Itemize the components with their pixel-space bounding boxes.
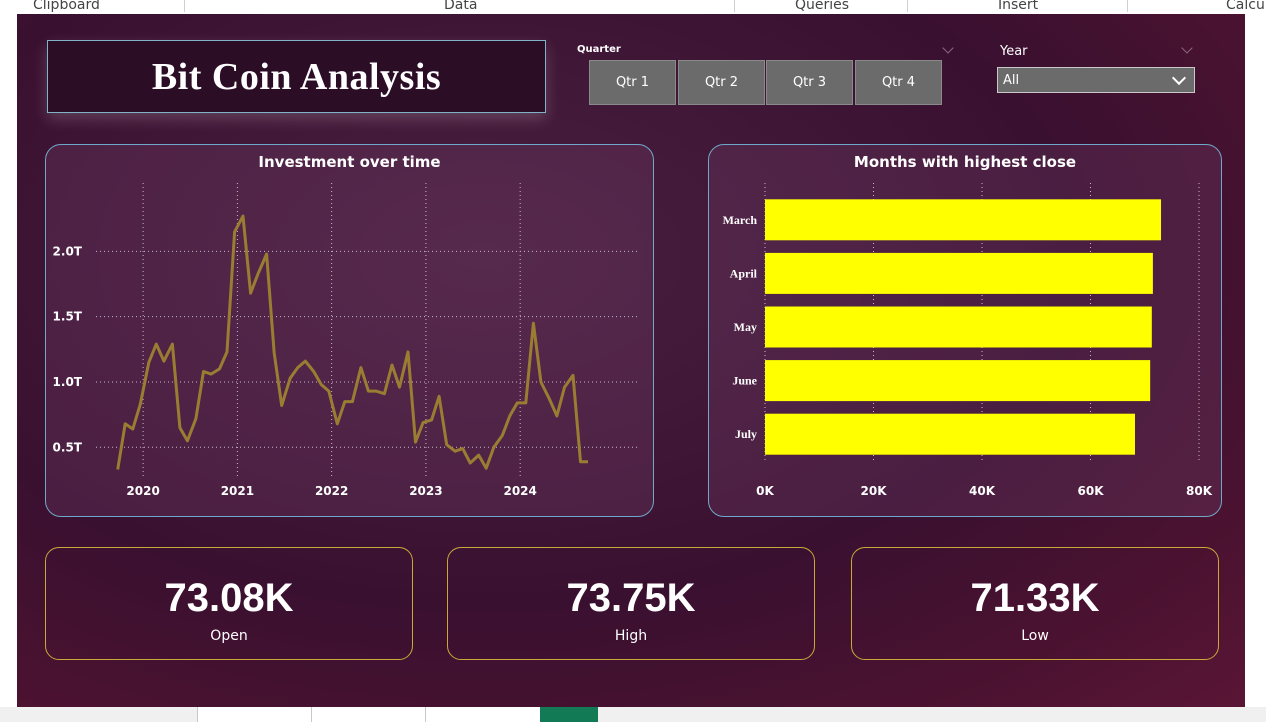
bar-july: [765, 413, 1135, 455]
ribbon-separator: [907, 0, 908, 12]
x-tick-label: 2024: [503, 484, 536, 498]
kpi-open-value: 73.08K: [164, 576, 294, 620]
chevron-down-icon: [1171, 70, 1187, 86]
x-tick-label: 2023: [409, 484, 442, 498]
title-card: Bit Coin Analysis: [47, 40, 546, 113]
year-slicer-label: Year: [1000, 44, 1028, 59]
report-canvas: Bit Coin Analysis Quarter Qtr 1 Qtr 2 Qt…: [17, 14, 1245, 707]
x-tick-label: 2020: [126, 484, 159, 498]
sheet-tab[interactable]: [197, 707, 311, 722]
investment-line-chart: 2020 2021 2022 2023 2024 0.5T 1.0T 1.5T 2.0T: [53, 183, 638, 498]
ribbon-group-queries[interactable]: Queries: [795, 0, 849, 13]
year-slicer-chevron-icon[interactable]: [1181, 42, 1193, 54]
active-sheet-tab[interactable]: [540, 707, 598, 722]
kpi-card-low: 71.33K Low: [851, 547, 1219, 660]
y-tick-label: 1.0T: [53, 375, 83, 389]
ribbon-group-clipboard[interactable]: Clipboard: [33, 0, 100, 13]
sheet-tab[interactable]: [311, 707, 425, 722]
bar-june: [765, 360, 1151, 402]
x-tick-label: 2021: [221, 484, 254, 498]
kpi-open-label: Open: [210, 628, 248, 644]
ribbon-separator: [184, 0, 185, 12]
quarter-button-qtr3[interactable]: Qtr 3: [766, 60, 853, 105]
kpi-low-value: 71.33K: [970, 576, 1100, 620]
months-bar-chart: 0K 20K 40K 60K 80K March April May June July: [723, 183, 1213, 498]
x-tick-label: 20K: [861, 484, 888, 498]
category-label: April: [730, 266, 758, 280]
ribbon-separator: [1127, 0, 1128, 12]
y-tick-label: 2.0T: [53, 244, 83, 258]
category-label: July: [735, 427, 757, 441]
kpi-low-label: Low: [1021, 628, 1049, 644]
excel-ribbon-strip: Clipboard Data Queries Insert Calcul: [0, 0, 1266, 14]
ribbon-separator: [734, 0, 735, 12]
x-tick-label: 40K: [969, 484, 996, 498]
bar-march: [765, 199, 1162, 241]
ribbon-group-calculation[interactable]: Calcul: [1226, 0, 1266, 13]
x-tick-label: 0K: [756, 484, 774, 498]
kpi-card-high: 73.75K High: [447, 547, 815, 660]
year-dropdown[interactable]: All: [997, 67, 1195, 93]
investment-series-line: [116, 214, 588, 470]
bar-april: [765, 252, 1153, 294]
kpi-card-open: 73.08K Open: [45, 547, 413, 660]
x-tick-label: 60K: [1078, 484, 1105, 498]
bar-may: [765, 306, 1152, 348]
sheet-tab-bar: [0, 707, 1266, 722]
sheet-tab[interactable]: [425, 707, 540, 722]
category-label: June: [732, 374, 757, 388]
category-label: May: [734, 320, 757, 334]
x-tick-label: 2022: [315, 484, 348, 498]
quarter-slicer-chevron-icon[interactable]: [942, 42, 954, 54]
ribbon-group-insert[interactable]: Insert: [998, 0, 1038, 13]
report-title: Bit Coin Analysis: [151, 55, 442, 98]
quarter-button-qtr2[interactable]: Qtr 2: [678, 60, 765, 105]
year-dropdown-value: All: [1003, 72, 1020, 88]
quarter-slicer-label: Quarter: [577, 44, 621, 55]
kpi-high-label: High: [614, 628, 648, 644]
months-chart-panel: Months with highest close 0K 20K 40K 60K 80K…: [708, 144, 1222, 517]
y-tick-label: 0.5T: [53, 440, 83, 454]
quarter-button-qtr1[interactable]: Qtr 1: [589, 60, 676, 105]
ribbon-group-data[interactable]: Data: [444, 0, 477, 13]
x-tick-label: 80K: [1186, 484, 1213, 498]
quarter-button-qtr4[interactable]: Qtr 4: [855, 60, 942, 105]
investment-chart-panel: Investment over time 2020 2021 2022 2023 202…: [45, 144, 654, 517]
kpi-high-value: 73.75K: [566, 576, 696, 620]
y-tick-label: 1.5T: [53, 310, 83, 324]
category-label: March: [723, 213, 758, 227]
